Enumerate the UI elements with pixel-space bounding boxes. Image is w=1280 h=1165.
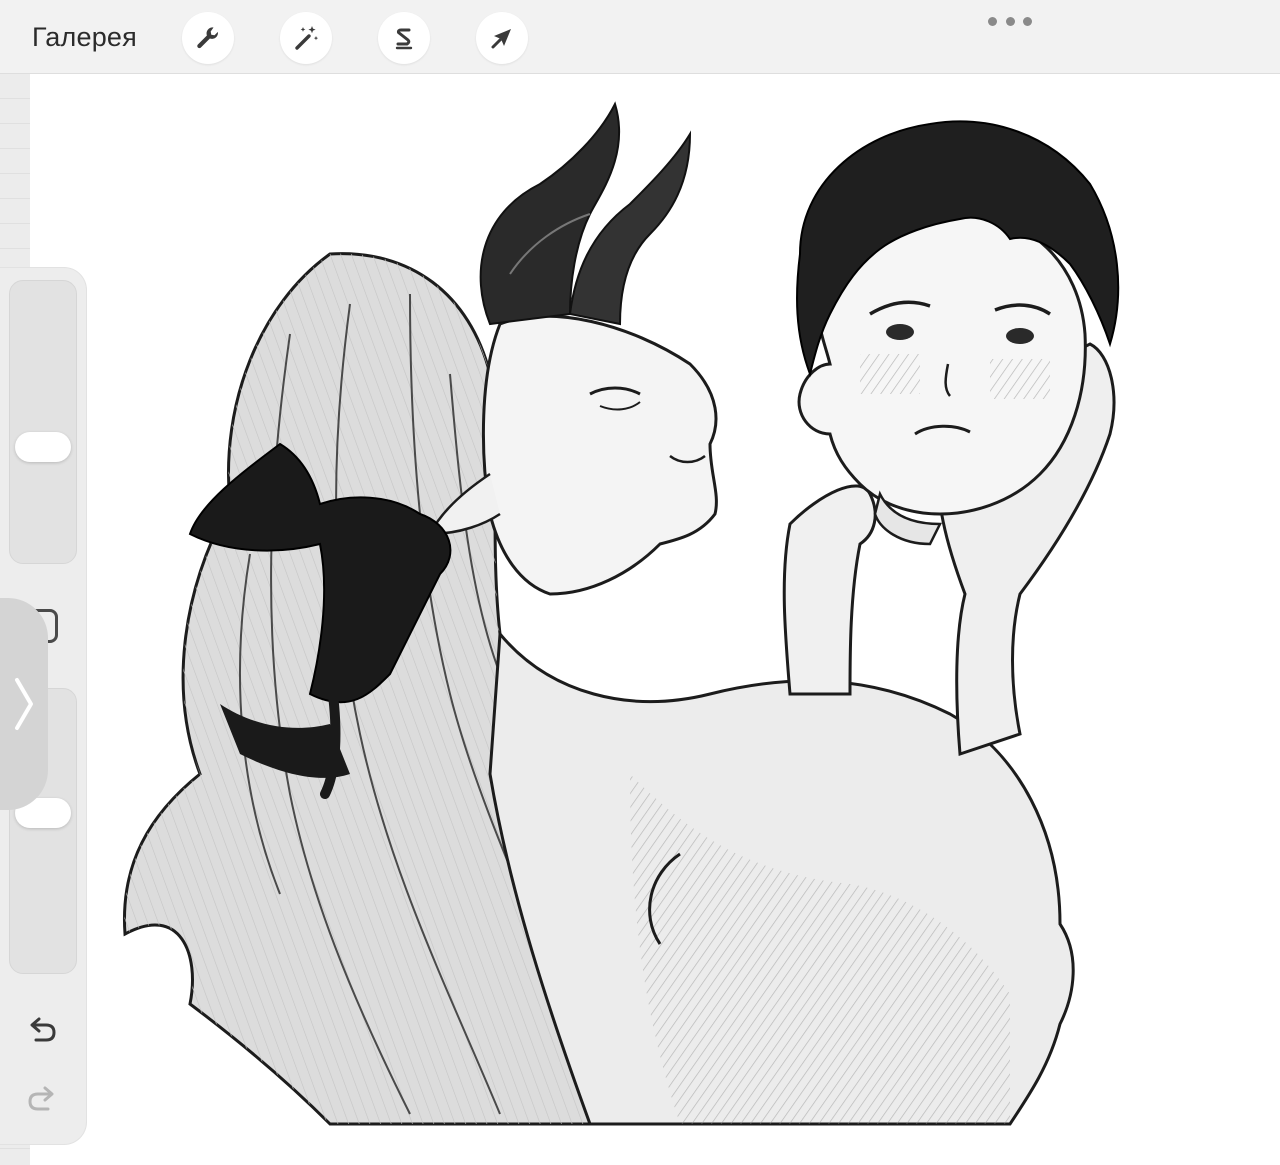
transform-button[interactable]	[476, 12, 528, 64]
top-toolbar: Галерея	[0, 0, 1280, 74]
selection-button[interactable]	[378, 12, 430, 64]
selection-s-icon	[395, 28, 413, 50]
brush-size-slider[interactable]	[9, 280, 77, 564]
actions-button[interactable]	[182, 12, 234, 64]
artwork	[122, 101, 1120, 1126]
wrench-icon	[197, 27, 218, 49]
redo-arrow-icon[interactable]	[24, 1082, 60, 1118]
more-options-button[interactable]	[988, 14, 1032, 28]
sidebar-collapse-tab[interactable]	[0, 598, 48, 810]
gallery-button[interactable]: Галерея	[32, 22, 137, 53]
transform-arrow-icon	[491, 29, 511, 49]
ellipsis-icon	[988, 16, 997, 26]
undo-arrow-icon[interactable]	[24, 1013, 60, 1049]
adjustments-button[interactable]	[280, 12, 332, 64]
drawing-canvas[interactable]	[30, 74, 1280, 1165]
chevron-right-icon	[15, 678, 33, 730]
magic-wand-icon	[295, 26, 319, 50]
brush-size-slider-thumb[interactable]	[15, 432, 71, 462]
